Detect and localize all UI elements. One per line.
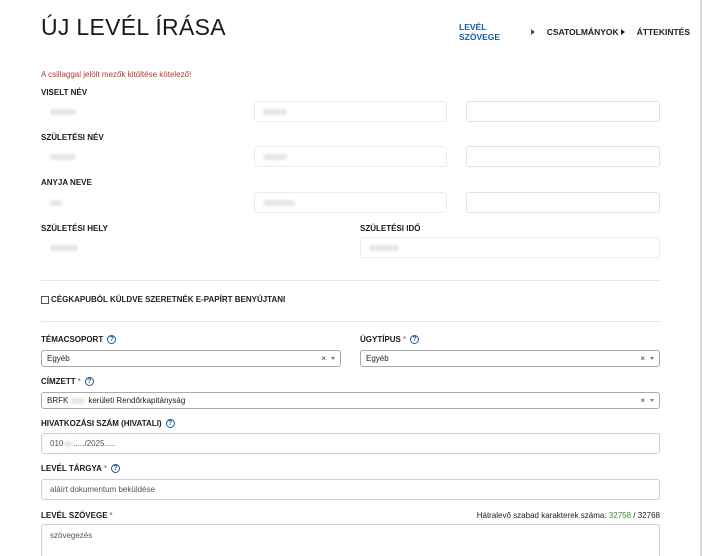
blurred-value	[50, 108, 76, 115]
required-mark: *	[402, 335, 407, 344]
level-szovege-value: szövegezés	[50, 531, 93, 540]
label-szuletesi-nev: SZÜLETÉSI NÉV	[41, 133, 104, 142]
cegkapu-checkbox[interactable]	[41, 295, 49, 304]
step-level-szovege[interactable]: LEVÉL SZÖVEGE	[459, 22, 535, 42]
required-mark: *	[109, 511, 113, 520]
blurred-value	[263, 108, 287, 115]
label-szuletesi-hely: SZÜLETÉSI HELY	[41, 224, 108, 233]
label-viselt-nev: VISELT NÉV	[41, 88, 87, 97]
new-letter-page: ÚJ LEVÉL ÍRÁSA LEVÉL SZÖVEGE CSATOLMÁNYO…	[0, 0, 702, 556]
label-ugytipus: ÜGYTÍPUS * ?	[360, 335, 420, 344]
anyja-neve-prefix-field[interactable]	[41, 192, 233, 213]
required-mark: *	[77, 377, 81, 386]
cimzett-value-prefix: BRFK	[47, 396, 69, 405]
blurred-value	[64, 440, 73, 447]
label-anyja-neve: ANYJA NEVE	[41, 178, 92, 187]
szuletesi-nev-lastname-field[interactable]	[254, 146, 447, 167]
help-icon[interactable]: ?	[107, 335, 117, 344]
chevron-down-icon[interactable]	[650, 399, 654, 402]
cimzett-value-suffix: kerületi Rendőrkapitányság	[88, 396, 186, 405]
blurred-value	[50, 244, 78, 251]
clear-icon[interactable]: ×	[640, 396, 645, 405]
blurred-value	[369, 244, 399, 251]
label-text: VISELT NÉV	[41, 88, 88, 97]
label-level-targya: LEVÉL TÁRGYA * ?	[41, 464, 121, 473]
szuletesi-hely-field[interactable]	[41, 237, 341, 258]
label-text: SZÜLETÉSI HELY	[41, 224, 108, 233]
chevron-down-icon[interactable]	[650, 357, 654, 360]
step-attekintes[interactable]: ÁTTEKINTÉS	[637, 22, 690, 42]
anyja-neve-firstname-field[interactable]	[466, 192, 660, 213]
label-level-szovege: LEVÉL SZÖVEGE *	[41, 511, 113, 520]
label-szuletesi-ido: SZÜLETÉSI IDŐ	[360, 224, 420, 233]
step-label: CSATOLMÁNYOK	[546, 27, 619, 37]
clear-icon[interactable]: ×	[321, 354, 326, 363]
temacsoport-value: Egyéb	[47, 354, 70, 363]
hivatkozasi-prefix: 010	[50, 439, 64, 448]
label-text: HIVATKOZÁSI SZÁM (HIVATALI)	[41, 419, 162, 428]
counter-separator: /	[633, 511, 636, 520]
szuletesi-nev-prefix-field[interactable]	[41, 146, 233, 167]
label-text: CÍMZETT	[41, 377, 76, 386]
step-csatolmanyok[interactable]: CSATOLMÁNYOK	[547, 22, 625, 42]
temacsoport-select[interactable]: Egyéb ×	[41, 350, 341, 367]
cegkapu-option: CÉGKAPUBÓL KÜLDVE SZERETNÉK E-PAPÍRT BEN…	[41, 295, 285, 304]
viselt-nev-lastname-field[interactable]	[254, 101, 447, 122]
cimzett-select[interactable]: BRFK kerületi Rendőrkapitányság ×	[41, 392, 660, 409]
label-text: SZÜLETÉSI IDŐ	[360, 224, 421, 233]
blurred-value	[263, 199, 295, 206]
counter-max: 32768	[637, 511, 660, 520]
viselt-nev-firstname-field[interactable]	[466, 101, 660, 122]
ugytipus-value: Egyéb	[366, 354, 389, 363]
help-icon[interactable]: ?	[111, 464, 121, 473]
required-mark: *	[103, 464, 108, 473]
label-hivatkozasi-szam: HIVATKOZÁSI SZÁM (HIVATALI) ?	[41, 419, 175, 428]
label-text: SZÜLETÉSI NÉV	[41, 133, 104, 142]
cegkapu-label: CÉGKAPUBÓL KÜLDVE SZERETNÉK E-PAPÍRT BEN…	[51, 295, 286, 304]
wizard-steps: LEVÉL SZÖVEGE CSATOLMÁNYOK ÁTTEKINTÉS	[459, 22, 702, 42]
help-icon[interactable]: ?	[410, 335, 420, 344]
divider	[41, 280, 660, 281]
label-temacsoport: TÉMACSOPORT ?	[41, 335, 117, 344]
clear-icon[interactable]: ×	[640, 354, 645, 363]
character-counter: Hátralevő szabad karakterek száma: 32758…	[477, 511, 660, 520]
chevron-down-icon[interactable]	[331, 357, 335, 360]
chevron-right-icon	[620, 29, 625, 35]
counter-label: Hátralevő szabad karakterek száma:	[476, 511, 607, 520]
szuletesi-ido-field[interactable]	[360, 237, 660, 258]
anyja-neve-lastname-field[interactable]	[254, 192, 447, 213]
ugytipus-select[interactable]: Egyéb ×	[360, 350, 660, 367]
chevron-right-icon	[530, 29, 535, 35]
label-text: TÉMACSOPORT	[41, 335, 104, 344]
szuletesi-nev-firstname-field[interactable]	[466, 146, 660, 167]
label-text: LEVÉL TÁRGYA	[41, 464, 102, 473]
level-targya-value: aláírt dokumentum beküldése	[50, 485, 155, 494]
page-title: ÚJ LEVÉL ÍRÁSA	[41, 14, 226, 40]
divider	[41, 321, 660, 322]
blurred-value	[263, 153, 287, 160]
help-icon[interactable]: ?	[84, 377, 94, 386]
label-text: ÜGYTÍPUS	[360, 335, 401, 344]
help-icon[interactable]: ?	[165, 419, 175, 428]
label-text: LEVÉL SZÖVEGE	[41, 511, 108, 520]
required-fields-note: A csillaggal jelölt mezők kitöltése köte…	[41, 70, 192, 79]
step-label: ÁTTEKINTÉS	[636, 27, 690, 37]
label-text: ANYJA NEVE	[41, 178, 92, 187]
blurred-value	[50, 153, 76, 160]
blurred-value	[71, 397, 86, 404]
hivatkozasi-suffix: ...../2025.....	[73, 439, 116, 448]
level-targya-field[interactable]: aláírt dokumentum beküldése	[41, 479, 660, 500]
blurred-value	[50, 199, 62, 206]
level-szovege-textarea[interactable]: szövegezés	[41, 524, 660, 556]
counter-remaining: 32758	[608, 511, 632, 520]
hivatkozasi-szam-field[interactable]: 010 ...../2025.....	[41, 433, 660, 454]
step-label: LEVÉL SZÖVEGE	[459, 22, 501, 42]
viselt-nev-prefix-field[interactable]	[41, 101, 233, 122]
label-cimzett: CÍMZETT * ?	[41, 377, 94, 386]
